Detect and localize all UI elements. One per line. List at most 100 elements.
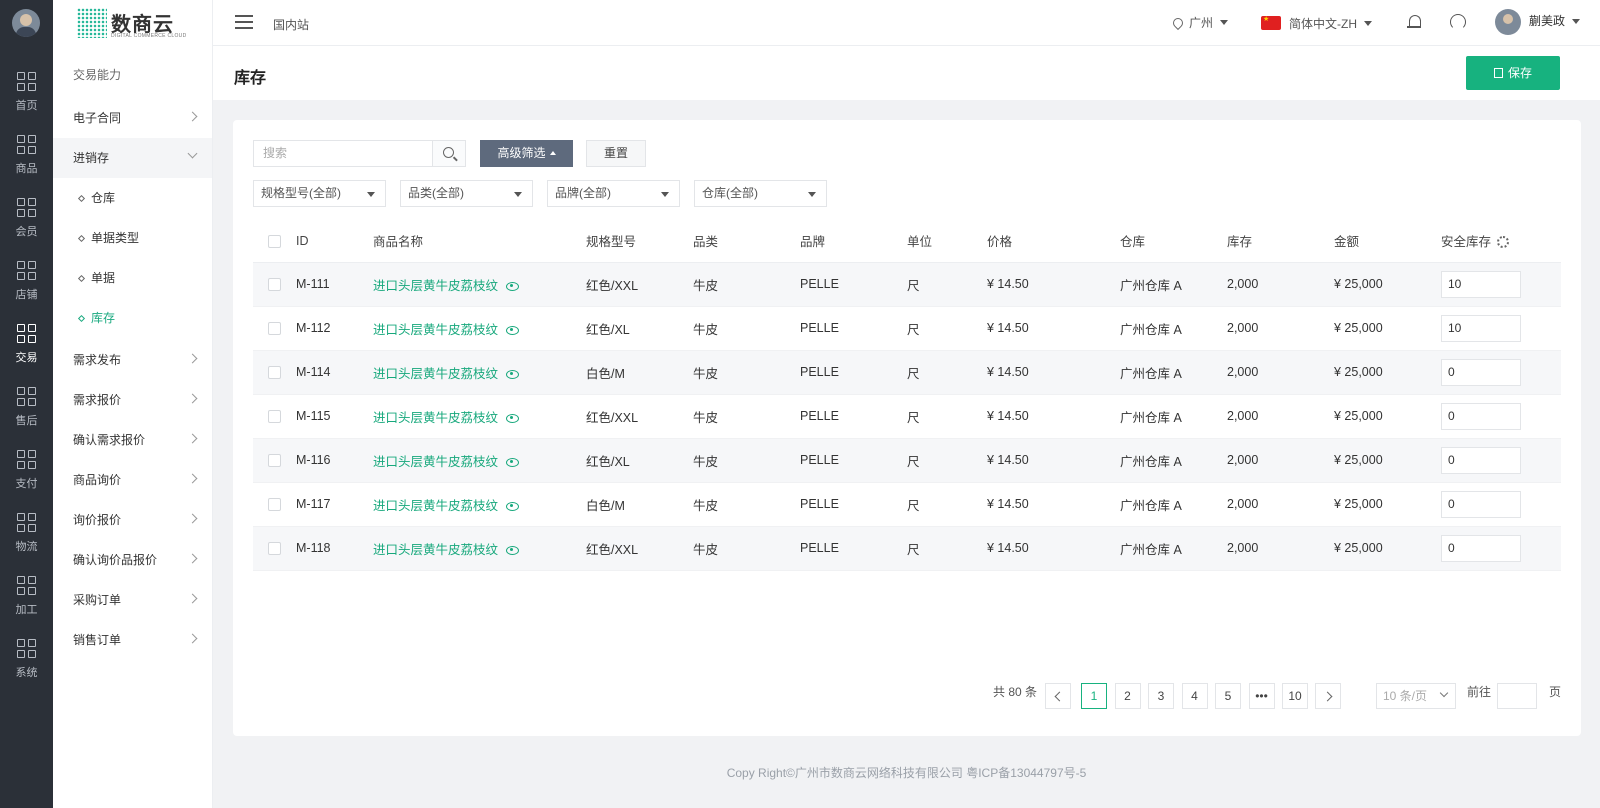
filter-spec[interactable]: 规格型号(全部) — [253, 180, 386, 207]
page-size-select[interactable]: 10 条/页 — [1376, 683, 1456, 709]
save-button-label: 保存 — [1507, 66, 1532, 80]
advanced-filter-button[interactable]: 高级筛选 — [480, 140, 573, 167]
grid-icon — [16, 135, 37, 155]
row-checkbox[interactable] — [268, 410, 281, 424]
safety-stock-input[interactable]: 10 — [1441, 314, 1521, 342]
rail-item-label: 交易 — [15, 352, 38, 364]
pagination-next-icon[interactable] — [1315, 683, 1341, 709]
safety-stock-input[interactable]: 0 — [1441, 490, 1521, 518]
pagination-page[interactable]: 1 — [1081, 683, 1107, 709]
product-name-link[interactable]: 进口头层黄牛皮荔枝纹 — [373, 543, 498, 557]
sidebar-item-demand-quote[interactable]: 需求报价 — [53, 380, 212, 420]
table-row[interactable]: M-117 进口头层黄牛皮荔枝纹 白色/M 牛皮 PELLE 尺 ¥ 14.50 广州仓库 A… — [253, 482, 1561, 527]
sidebar-item-inventory-group[interactable]: 进销存 — [53, 138, 212, 178]
sidebar-item-confirm-inquiry-quote[interactable]: 确认询价品报价 — [53, 540, 212, 580]
safety-stock-input[interactable]: 0 — [1441, 446, 1521, 474]
filter-warehouse[interactable]: 仓库(全部) — [694, 180, 827, 207]
rail-item[interactable]: 系统 — [0, 639, 53, 699]
cell-stock: 2,000 — [1227, 350, 1334, 395]
table-row[interactable]: M-115 进口头层黄牛皮荔枝纹 红色/XXL 牛皮 PELLE 尺 ¥ 14.50 广州仓库… — [253, 394, 1561, 439]
filter-category[interactable]: 品类(全部) — [400, 180, 533, 207]
notification-bell-icon[interactable] — [1407, 14, 1421, 30]
eye-icon[interactable] — [506, 413, 520, 423]
rail-avatar[interactable] — [12, 9, 40, 37]
table-row[interactable]: M-114 进口头层黄牛皮荔枝纹 白色/M 牛皮 PELLE 尺 ¥ 14.50 广州仓库 A… — [253, 350, 1561, 395]
rail-item[interactable]: 商品 — [0, 135, 53, 195]
customer-service-icon[interactable] — [1450, 14, 1466, 30]
row-checkbox[interactable] — [268, 366, 281, 380]
sidebar-item-inquiry-quote[interactable]: 询价报价 — [53, 500, 212, 540]
eye-icon[interactable] — [506, 501, 520, 511]
save-button[interactable]: 保存 — [1466, 56, 1560, 90]
sidebar-item-purchase-order[interactable]: 采购订单 — [53, 580, 212, 620]
rail-item[interactable]: 加工 — [0, 576, 53, 636]
pagination-ellipsis[interactable]: ••• — [1248, 683, 1275, 709]
eye-icon[interactable] — [506, 369, 520, 379]
goto-page-input[interactable] — [1497, 683, 1537, 709]
pagination-page[interactable]: 10 — [1282, 683, 1308, 709]
product-name-link[interactable]: 进口头层黄牛皮荔枝纹 — [373, 499, 498, 513]
eye-icon[interactable] — [506, 457, 520, 467]
sidebar-item-sales-order[interactable]: 销售订单 — [53, 620, 212, 660]
sidebar-item-confirm-demand-quote[interactable]: 确认需求报价 — [53, 420, 212, 460]
rail-item[interactable]: 会员 — [0, 198, 53, 258]
user-menu[interactable]: 蒯美政 — [1495, 9, 1581, 35]
location-selector[interactable]: 广州 — [1170, 14, 1229, 31]
row-checkbox[interactable] — [268, 454, 281, 468]
pagination-prev-icon[interactable] — [1045, 683, 1071, 709]
safety-stock-input[interactable]: 10 — [1441, 270, 1521, 298]
product-name-link[interactable]: 进口头层黄牛皮荔枝纹 — [373, 411, 498, 425]
pagination-page[interactable]: 4 — [1181, 683, 1208, 709]
menu-toggle-icon[interactable] — [235, 15, 253, 29]
logo[interactable]: 数商云 DIGITAL COMMERCE CLOUD — [77, 6, 187, 40]
table-row[interactable]: M-111 进口头层黄牛皮荔枝纹 红色/XXL 牛皮 PELLE 尺 ¥ 14.50 广州仓库… — [253, 262, 1561, 307]
sidebar-subitem-stock[interactable]: 库存 — [53, 298, 212, 338]
sidebar-item-product-inquiry[interactable]: 商品询价 — [53, 460, 212, 500]
row-checkbox[interactable] — [268, 498, 281, 512]
rail-item[interactable]: 首页 — [0, 72, 53, 132]
search-input[interactable]: 搜索 — [253, 140, 433, 167]
sidebar-subitem-warehouse[interactable]: 仓库 — [53, 178, 212, 218]
safety-stock-input[interactable]: 0 — [1441, 534, 1521, 562]
sidebar-subitem-document-type[interactable]: 单据类型 — [53, 218, 212, 258]
chevron-right-icon — [187, 633, 198, 644]
product-name-link[interactable]: 进口头层黄牛皮荔枝纹 — [373, 279, 498, 293]
search-icon[interactable] — [432, 140, 466, 167]
rail-item[interactable]: 物流 — [0, 513, 53, 573]
cell-unit: 尺 — [907, 482, 987, 527]
gear-icon[interactable] — [1497, 236, 1510, 249]
site-switcher[interactable]: 国内站 — [273, 16, 309, 33]
sidebar-item-demand-publish[interactable]: 需求发布 — [53, 340, 212, 380]
cell-category: 牛皮 — [693, 262, 800, 307]
select-all-checkbox[interactable] — [268, 234, 281, 248]
eye-icon[interactable] — [506, 545, 520, 555]
safety-stock-input[interactable]: 0 — [1441, 358, 1521, 386]
eye-icon[interactable] — [506, 325, 520, 335]
pagination-page[interactable]: 5 — [1215, 683, 1241, 709]
cell-name: 进口头层黄牛皮荔枝纹 — [373, 482, 586, 527]
row-checkbox[interactable] — [268, 322, 281, 336]
pagination-page[interactable]: 2 — [1114, 683, 1141, 709]
eye-icon[interactable] — [506, 281, 520, 291]
table-row[interactable]: M-118 进口头层黄牛皮荔枝纹 红色/XXL 牛皮 PELLE 尺 ¥ 14.50 广州仓库… — [253, 526, 1561, 571]
sidebar-subitem-document[interactable]: 单据 — [53, 258, 212, 298]
pagination-page[interactable]: 3 — [1148, 683, 1174, 709]
safety-stock-input[interactable]: 0 — [1441, 402, 1521, 430]
rail-item[interactable]: 支付 — [0, 450, 53, 510]
product-name-link[interactable]: 进口头层黄牛皮荔枝纹 — [373, 455, 498, 469]
product-name-link[interactable]: 进口头层黄牛皮荔枝纹 — [373, 323, 498, 337]
row-checkbox[interactable] — [268, 542, 281, 556]
table-row[interactable]: M-116 进口头层黄牛皮荔枝纹 红色/XL 牛皮 PELLE 尺 ¥ 14.50 广州仓库 … — [253, 438, 1561, 483]
reset-button[interactable]: 重置 — [586, 140, 646, 167]
language-selector[interactable]: 简体中文-ZH — [1261, 14, 1372, 32]
filter-brand[interactable]: 品牌(全部) — [547, 180, 680, 207]
table-row[interactable]: M-112 进口头层黄牛皮荔枝纹 红色/XL 牛皮 PELLE 尺 ¥ 14.50 广州仓库 … — [253, 306, 1561, 351]
sidebar-item-contract[interactable]: 电子合同 — [53, 98, 212, 138]
row-select-cell — [253, 438, 296, 483]
rail-item[interactable]: 店铺 — [0, 261, 53, 321]
rail-item[interactable]: 交易 — [0, 324, 53, 384]
page-header: 库存 保存 — [213, 46, 1600, 100]
product-name-link[interactable]: 进口头层黄牛皮荔枝纹 — [373, 367, 498, 381]
row-checkbox[interactable] — [268, 278, 281, 292]
rail-item[interactable]: 售后 — [0, 387, 53, 447]
